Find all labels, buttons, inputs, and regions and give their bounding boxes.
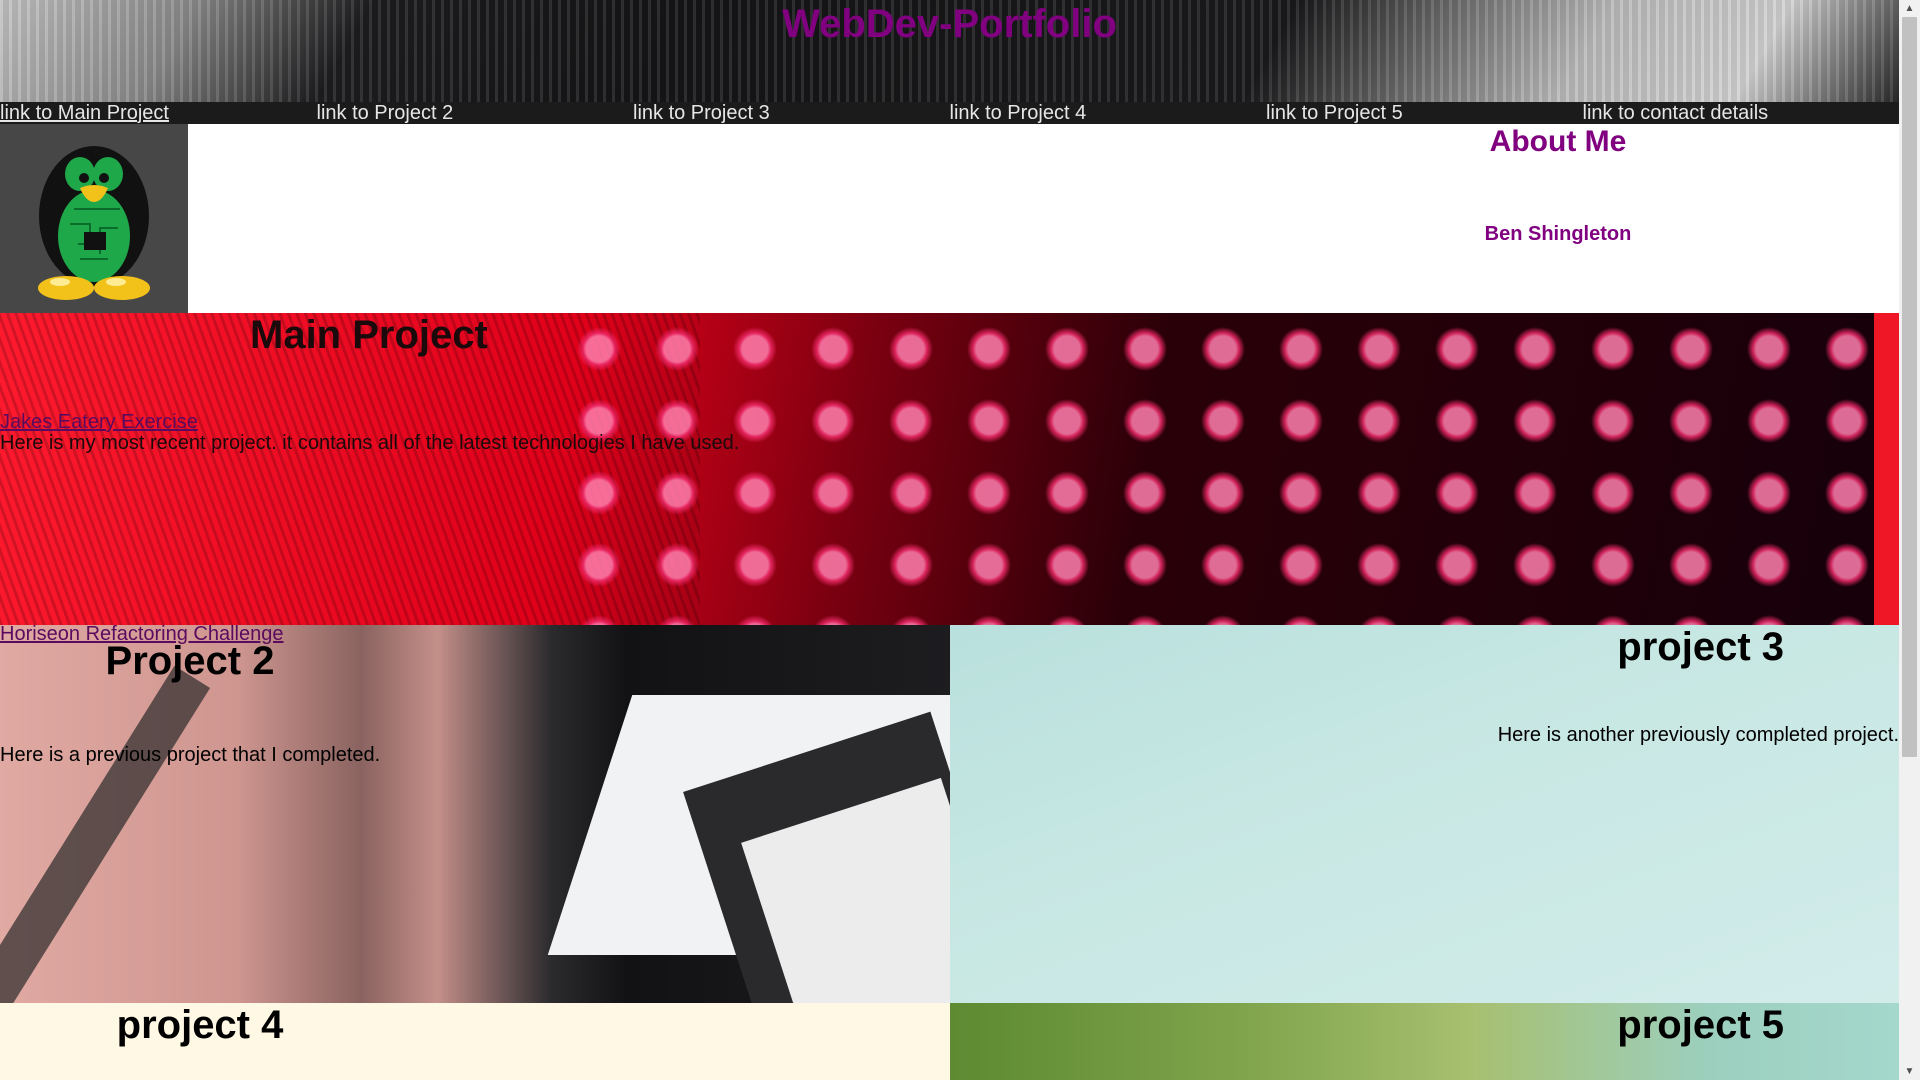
site-header: WebDev-Portfolio link to Main Project li… (0, 0, 1899, 124)
project-5-title: project 5 (1617, 1003, 1784, 1047)
project-2-section: Project 2 Here is a previous project tha… (0, 625, 950, 1003)
avatar (0, 124, 188, 313)
nav-link-project-4[interactable]: link to Project 4 (950, 102, 1267, 124)
main-project-description: Here is my most recent project. it conta… (0, 432, 740, 454)
site-title: WebDev-Portfolio (782, 2, 1117, 46)
project-2-link[interactable]: Horiseon Refactoring Challenge (0, 623, 284, 645)
nav-link-project-5[interactable]: link to Project 5 (1266, 102, 1583, 124)
project-2-title: Project 2 (105, 639, 275, 683)
nav-link-contact-details[interactable]: link to contact details (1583, 102, 1900, 124)
project-2-description: Here is a previous project that I comple… (0, 744, 381, 766)
tux-penguin-icon (38, 146, 150, 300)
project-3-section: project 3 Here is another previously com… (950, 625, 1899, 1003)
scroll-up-arrow-icon[interactable]: ▲ (1899, 0, 1920, 17)
main-project-title: Main Project (250, 313, 488, 357)
nav-link-project-3[interactable]: link to Project 3 (633, 102, 950, 124)
scrollbar-thumb[interactable] (1902, 17, 1917, 757)
main-project-edge (1874, 313, 1899, 625)
main-project-background-lights (560, 313, 1874, 625)
project-3-description: Here is another previously completed pro… (1497, 724, 1899, 746)
about-name: Ben Shingleton (1484, 223, 1632, 245)
project-4-title: project 4 (116, 1003, 284, 1047)
nav-link-project-2[interactable]: link to Project 2 (317, 102, 634, 124)
main-nav: link to Main Project link to Project 2 l… (0, 102, 1899, 124)
vertical-scrollbar[interactable]: ▲ ▼ (1899, 0, 1920, 1080)
nav-link-main-project[interactable]: link to Main Project (0, 102, 317, 124)
project-3-title: project 3 (1617, 625, 1784, 669)
project-2-background-arm (0, 665, 211, 1003)
about-title: About Me (1489, 125, 1627, 158)
scroll-down-arrow-icon[interactable]: ▼ (1899, 1063, 1920, 1080)
project-4-section: project 4 (0, 1003, 950, 1080)
main-project-section: Main Project Jakes Eatery Exercise Here … (0, 313, 1899, 625)
project-5-section: project 5 (950, 1003, 1899, 1080)
about-section: About Me Ben Shingleton (0, 124, 1899, 313)
main-project-link[interactable]: Jakes Eatery Exercise (0, 411, 198, 433)
